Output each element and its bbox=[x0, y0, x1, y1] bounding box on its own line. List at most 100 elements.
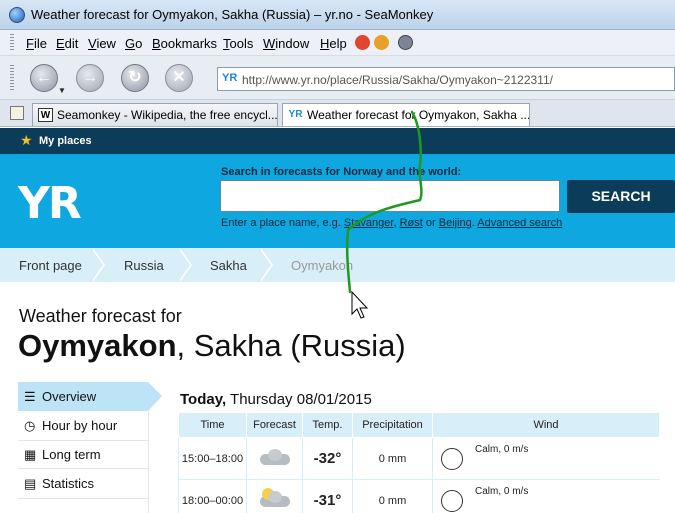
search-input[interactable] bbox=[220, 180, 560, 212]
status-check-icon[interactable] bbox=[398, 35, 413, 50]
place-region: , Sakha (Russia) bbox=[176, 328, 406, 363]
address-url[interactable]: http://www.yr.no/place/Russia/Sakha/Oymy… bbox=[242, 73, 553, 87]
forecast-table: Time Forecast Temp. Precipitation Wind 1… bbox=[178, 412, 660, 513]
address-bar[interactable]: YR http://www.yr.no/place/Russia/Sakha/O… bbox=[217, 67, 675, 91]
row-wind: Calm, 0 m/s bbox=[432, 479, 660, 513]
search-label: Search in forecasts for Norway and the w… bbox=[221, 166, 462, 178]
row-forecast bbox=[246, 479, 303, 513]
table-row: 18:00–00:00 -31° 0 mm Calm, 0 m/s bbox=[178, 479, 660, 513]
tab-list-icon[interactable] bbox=[10, 106, 24, 120]
reload-button[interactable]: ↻ bbox=[121, 64, 149, 92]
stop-button[interactable]: ✕ bbox=[165, 64, 193, 92]
today-date: Thursday 08/01/2015 bbox=[230, 391, 372, 408]
today-label: Today, bbox=[180, 391, 227, 408]
divider bbox=[18, 468, 148, 469]
top-strip: ★ My places bbox=[0, 128, 675, 154]
sidebar-item-statistics[interactable]: ▤ Statistics bbox=[18, 469, 164, 498]
site-header: YR Search in forecasts for Norway and th… bbox=[0, 154, 675, 248]
breadcrumb-sakha[interactable]: Sakha bbox=[210, 258, 247, 273]
breadcrumb-front-page[interactable]: Front page bbox=[19, 258, 82, 273]
sidebar-item-hour-by-hour[interactable]: ◷ Hour by hour bbox=[18, 411, 164, 440]
menu-help[interactable]: Help bbox=[320, 36, 347, 51]
window-titlebar: Weather forecast for Oymyakon, Sakha (Ru… bbox=[0, 0, 675, 30]
calm-wind-icon bbox=[441, 447, 463, 470]
divider bbox=[18, 440, 148, 441]
clock-icon: ◷ bbox=[24, 418, 36, 433]
star-icon: ★ bbox=[20, 132, 33, 148]
back-button[interactable]: ← bbox=[30, 64, 58, 92]
example-rost-link[interactable]: Røst bbox=[400, 217, 423, 229]
col-time: Time bbox=[178, 412, 247, 438]
row-forecast bbox=[246, 437, 303, 480]
table-row: 15:00–18:00 -32° 0 mm Calm, 0 m/s bbox=[178, 437, 660, 480]
list-icon: ☰ bbox=[24, 389, 36, 404]
today-heading: Today, Thursday 08/01/2015 bbox=[180, 391, 372, 408]
breadcrumb-separator bbox=[259, 248, 275, 282]
hint-or: or bbox=[425, 217, 436, 229]
sidebar-border bbox=[148, 411, 149, 513]
toolbar-grip bbox=[10, 34, 14, 52]
example-beijing-link[interactable]: Beijing bbox=[439, 217, 472, 229]
hint-text: Enter a place name, e.g. bbox=[221, 217, 341, 229]
menu-file[interactable]: File bbox=[26, 36, 47, 51]
sidebar-item-label: Overview bbox=[42, 389, 97, 404]
row-wind: Calm, 0 m/s bbox=[432, 437, 660, 480]
alert-icon[interactable] bbox=[355, 35, 370, 50]
col-wind: Wind bbox=[432, 412, 660, 438]
divider bbox=[18, 498, 148, 499]
window-title: Weather forecast for Oymyakon, Sakha (Ru… bbox=[31, 7, 434, 22]
menu-window[interactable]: Window bbox=[263, 36, 309, 51]
row-temp: -32° bbox=[302, 437, 353, 480]
tab-label: Weather forecast for Oymyakon, Sakha ... bbox=[307, 108, 530, 122]
page-title: Oymyakon, Sakha (Russia) bbox=[18, 328, 406, 364]
col-precipitation: Precipitation bbox=[352, 412, 433, 438]
row-time: 15:00–18:00 bbox=[178, 437, 247, 480]
yr-logo[interactable]: YR bbox=[18, 178, 82, 229]
tab-yr-forecast[interactable]: YR Weather forecast for Oymyakon, Sakha … bbox=[282, 103, 530, 126]
col-forecast: Forecast bbox=[246, 412, 303, 438]
sidebar-item-label: Long term bbox=[42, 447, 101, 462]
chart-icon: ▤ bbox=[24, 476, 37, 491]
menu-tools[interactable]: Tools bbox=[223, 36, 253, 51]
menu-view[interactable]: View bbox=[88, 36, 116, 51]
seamonkey-app-icon bbox=[9, 7, 25, 23]
tab-wikipedia[interactable]: W Seamonkey - Wikipedia, the free encycl… bbox=[32, 103, 278, 126]
menu-bookmarks[interactable]: Bookmarks bbox=[152, 36, 217, 51]
sidebar-item-label: Hour by hour bbox=[42, 418, 118, 433]
place-name: Oymyakon bbox=[18, 328, 177, 363]
menu-edit[interactable]: Edit bbox=[56, 36, 78, 51]
sidebar-item-label: Statistics bbox=[42, 476, 95, 491]
sidebar-item-long-term[interactable]: ▦ Long term bbox=[18, 440, 164, 469]
breadcrumb-russia[interactable]: Russia bbox=[124, 258, 164, 273]
back-dropdown-icon[interactable]: ▼ bbox=[58, 86, 66, 95]
breadcrumb-oymyakon: Oymyakon bbox=[291, 258, 354, 273]
tab-bar: W Seamonkey - Wikipedia, the free encycl… bbox=[0, 100, 675, 127]
search-button[interactable]: SEARCH bbox=[567, 180, 675, 213]
example-stavanger-link[interactable]: Stavanger bbox=[344, 217, 394, 229]
menu-go[interactable]: Go bbox=[125, 36, 142, 51]
calm-wind-icon bbox=[441, 489, 463, 512]
page-subtitle: Weather forecast for bbox=[19, 306, 182, 326]
sidebar-item-overview[interactable]: ☰ Overview bbox=[18, 382, 162, 411]
search-hint: Enter a place name, e.g. Stavanger, Røst… bbox=[221, 217, 563, 229]
row-precip: 0 mm bbox=[352, 479, 433, 513]
wind-text: Calm, 0 m/s bbox=[475, 444, 529, 455]
addon-icon[interactable] bbox=[374, 35, 389, 50]
my-places-link[interactable]: My places bbox=[39, 135, 92, 147]
breadcrumb-separator bbox=[178, 248, 194, 282]
advanced-search-link[interactable]: Advanced search bbox=[477, 217, 562, 229]
breadcrumb: Front page Russia Sakha Oymyakon bbox=[0, 248, 675, 282]
row-temp: -31° bbox=[302, 479, 353, 513]
row-time: 18:00–00:00 bbox=[178, 479, 247, 513]
col-temp: Temp. bbox=[302, 412, 353, 438]
tab-label: Seamonkey - Wikipedia, the free encycl..… bbox=[57, 108, 278, 122]
web-page: ★ My places YR Search in forecasts for N… bbox=[0, 128, 675, 513]
navigation-toolbar: ← ▼ → ↻ ✕ YR http://www.yr.no/place/Russ… bbox=[0, 56, 675, 100]
site-favicon: YR bbox=[222, 72, 238, 84]
breadcrumb-separator bbox=[91, 248, 107, 282]
partly-cloudy-icon bbox=[258, 488, 292, 508]
table-header-row: Time Forecast Temp. Precipitation Wind bbox=[178, 412, 660, 438]
menubar: File Edit View Go Bookmarks Tools Window… bbox=[0, 30, 675, 56]
forward-button[interactable]: → bbox=[76, 64, 104, 92]
wind-text: Calm, 0 m/s bbox=[475, 486, 529, 497]
